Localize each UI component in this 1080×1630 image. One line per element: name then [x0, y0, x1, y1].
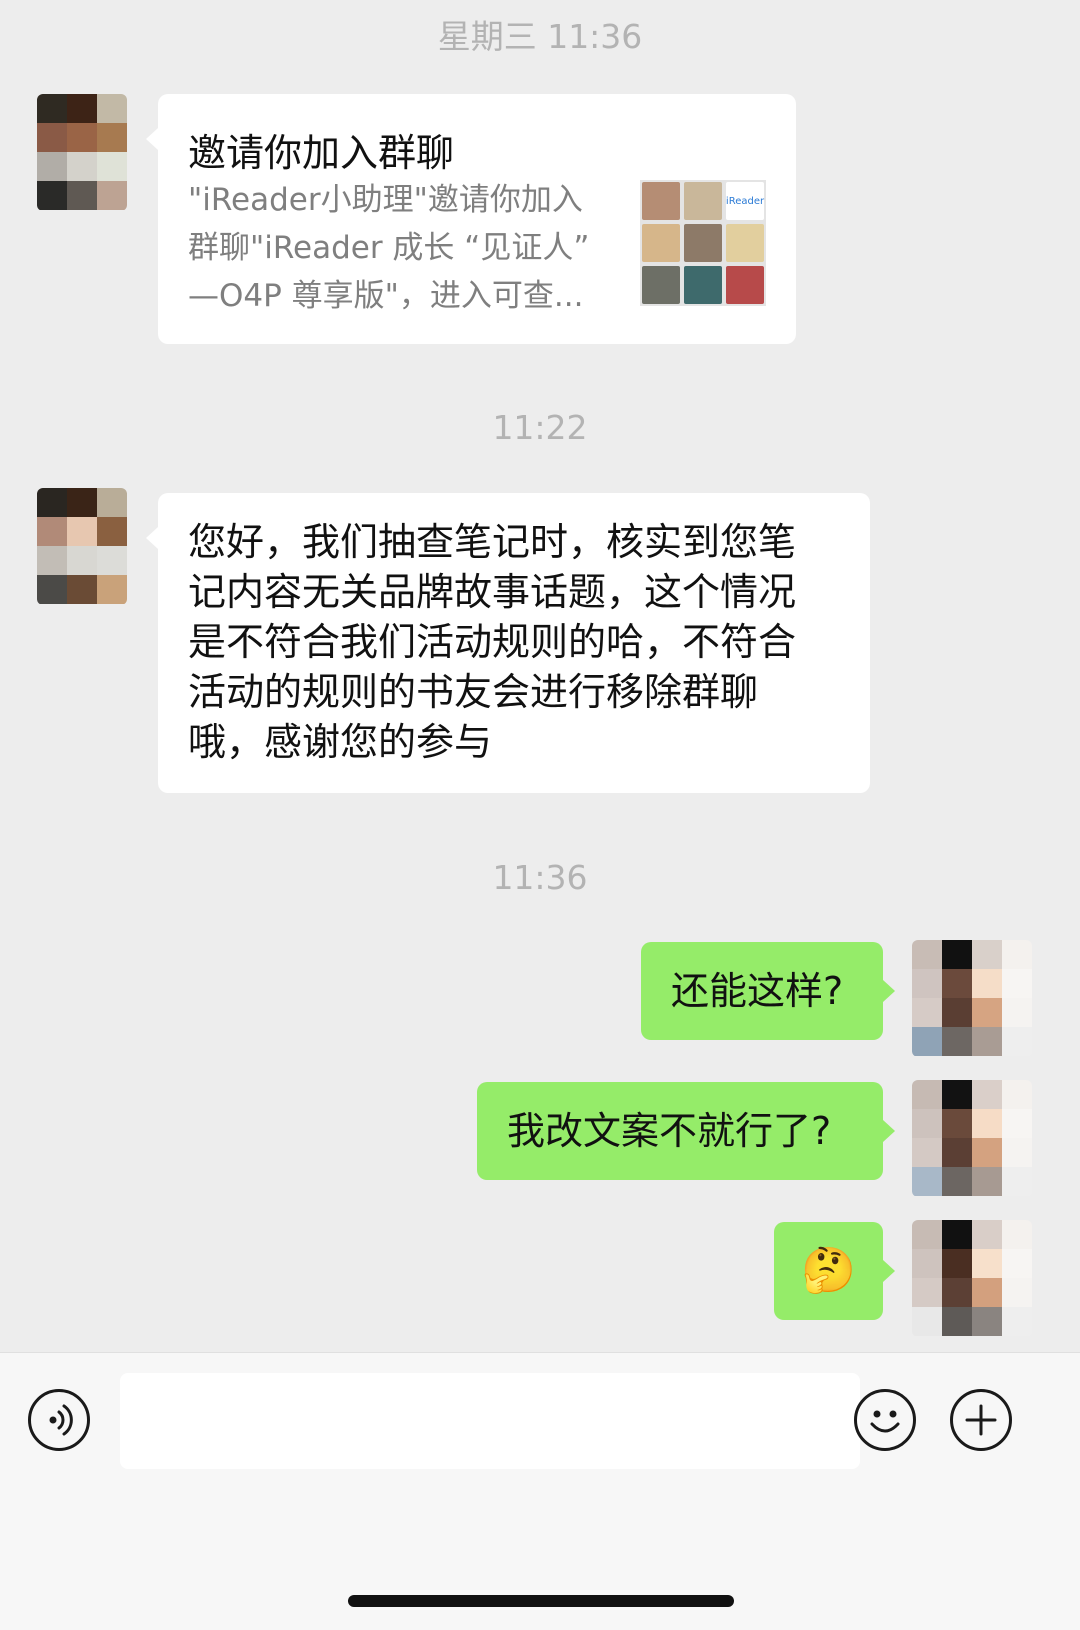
thinking-emoji-icon: 🤔 [801, 1245, 856, 1296]
ireader-logo: iReader [726, 182, 764, 220]
home-indicator[interactable] [348, 1595, 734, 1607]
self-avatar[interactable] [912, 1220, 1032, 1337]
contact-avatar[interactable] [37, 94, 127, 211]
self-avatar[interactable] [912, 1080, 1032, 1197]
chat-input-bar [0, 1352, 1080, 1630]
self-message-bubble[interactable]: 还能这样? [641, 942, 895, 1040]
self-message-text: 我改文案不就行了? [507, 1109, 832, 1153]
plus-icon[interactable] [950, 1389, 1012, 1451]
invite-card-description: "iReader小助理"邀请你加入 群聊"iReader 成长 “见证人” —O… [188, 182, 590, 314]
self-avatar[interactable] [912, 940, 1032, 1057]
contact-avatar[interactable] [37, 488, 127, 605]
notice-message-text: 您好，我们抽查笔记时，核实到您笔 记内容无关品牌故事话题，这个情况 是不符合我们… [188, 520, 797, 764]
invite-card-title: 邀请你加入群聊 [188, 131, 455, 175]
timestamp-middle: 11:22 [492, 408, 588, 447]
self-message-text: 还能这样? [671, 969, 844, 1013]
smiley-icon[interactable] [854, 1389, 916, 1451]
self-emoji-bubble[interactable]: 🤔 [774, 1222, 895, 1320]
timestamp-top: 星期三 11:36 [437, 17, 643, 56]
notice-message-bubble[interactable]: 您好，我们抽查笔记时，核实到您笔 记内容无关品牌故事话题，这个情况 是不符合我们… [146, 493, 870, 793]
timestamp-lower: 11:36 [492, 858, 588, 897]
self-message-bubble[interactable]: 我改文案不就行了? [477, 1082, 895, 1180]
group-thumbnail: iReader [640, 180, 766, 306]
message-input[interactable] [120, 1373, 860, 1469]
group-invite-card[interactable]: 邀请你加入群聊 "iReader小助理"邀请你加入 群聊"iReader 成长 … [146, 94, 796, 344]
voice-wave-icon[interactable] [28, 1389, 90, 1451]
